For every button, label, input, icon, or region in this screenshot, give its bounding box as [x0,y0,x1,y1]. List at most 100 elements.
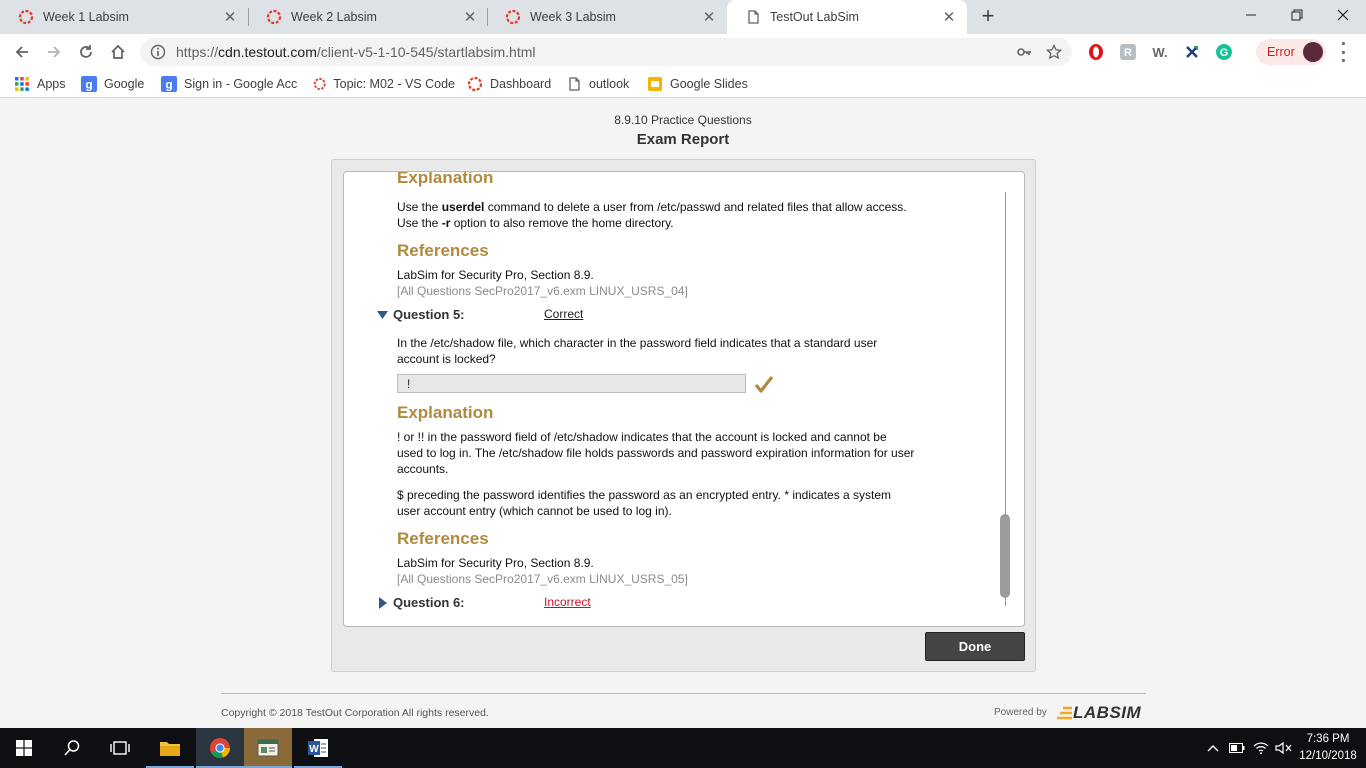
page-icon [569,77,580,91]
back-button[interactable] [10,40,34,64]
section-heading-references: References [397,529,489,548]
home-icon [111,44,125,59]
battery-icon [1229,743,1245,753]
new-tab-button[interactable]: + [976,5,1000,29]
taskbar-clock[interactable]: 7:36 PM 12/10/2018 [1298,731,1358,765]
close-icon[interactable]: ✕ [699,8,719,26]
extension-x-icon[interactable] [1182,42,1202,62]
question-label: Question 5: [393,307,465,322]
browser-toolbar: https://cdn.testout.com/client-v5-1-10-5… [0,34,1366,70]
tab-week-2[interactable]: Week 2 Labsim ✕ [248,0,488,34]
canvas-icon [467,76,483,92]
show-hidden-icons-button[interactable] [1204,740,1222,756]
tab-title: Week 1 Labsim [43,10,129,24]
scrollbar-thumb[interactable] [1000,514,1010,598]
star-icon[interactable] [1046,44,1062,60]
question-id: [All Questions SecPro2017_v6.exm LINUX_U… [397,572,688,586]
bookmark-outlook[interactable]: outlook [566,75,629,93]
bookmark-google[interactable]: g Google [81,75,144,93]
done-button[interactable]: Done [925,632,1025,661]
close-icon[interactable]: ✕ [220,8,240,26]
bookmark-apps[interactable]: Apps [14,75,66,93]
explanation-text: user account entry (which cannot be used… [397,504,672,518]
bookmark-dashboard[interactable]: Dashboard [467,75,551,93]
forward-button[interactable] [42,40,66,64]
bookmarks-bar: Apps g Google g Sign in - Google Acc Top… [0,70,1366,98]
address-bar[interactable]: https://cdn.testout.com/client-v5-1-10-5… [140,38,1072,66]
profile-error-button[interactable]: Error [1256,39,1326,65]
bookmark-label: Google Slides [670,77,748,91]
svg-text:R: R [1124,47,1132,59]
powered-by-text: Powered by [994,707,1047,718]
battery-button[interactable] [1228,740,1246,756]
search-button[interactable] [48,728,96,768]
extension-w-icon[interactable]: W. [1150,42,1170,62]
question-6-toggle[interactable]: Question 6: [376,595,465,610]
task-view-icon [110,741,130,755]
extension-r-icon[interactable]: R [1118,42,1138,62]
opera-extension-icon[interactable] [1086,42,1106,62]
bookmark-topic-m02[interactable]: Topic: M02 - VS Code [313,75,455,93]
svg-text:g: g [165,78,172,92]
home-button[interactable] [106,40,130,64]
text-span: command to delete a user from /etc/passw… [484,200,907,214]
tab-testout-labsim[interactable]: TestOut LabSim ✕ [727,0,967,34]
canvas-icon [505,9,521,25]
bookmark-label: Dashboard [490,77,552,91]
volume-button[interactable] [1274,740,1294,756]
word-icon: W [308,739,328,757]
wifi-icon [1253,742,1269,755]
section-heading-explanation: Explanation [397,403,494,422]
info-icon[interactable] [150,44,166,60]
checkmark-icon [754,376,774,393]
triangle-right-icon [379,596,387,609]
svg-text:G: G [1220,47,1229,59]
page-subtitle: 8.9.10 Practice Questions [614,113,752,127]
url-host: cdn.testout.com [218,44,317,60]
question-5-toggle[interactable]: Question 5: [376,307,465,322]
apps-grid-icon [15,77,29,91]
page-title: Exam Report [636,131,730,148]
chrome-icon [210,738,230,758]
close-window-button[interactable] [1320,0,1366,30]
restore-button[interactable] [1274,0,1320,30]
word-taskbar-button[interactable]: W [294,728,342,768]
close-icon[interactable]: ✕ [460,8,480,26]
bookmark-google-slides[interactable]: Google Slides [647,75,748,93]
window-app-icon [257,739,279,757]
task-view-button[interactable] [96,728,144,768]
minimize-button[interactable] [1228,0,1274,30]
question-id: [All Questions SecPro2017_v6.exm LINUX_U… [397,284,688,298]
reload-button[interactable] [74,40,98,64]
grammarly-icon[interactable]: G [1214,42,1234,62]
start-button[interactable] [0,728,48,768]
tab-week-3[interactable]: Week 3 Labsim ✕ [487,0,727,34]
volume-muted-icon [1275,741,1292,755]
slides-icon [648,77,662,91]
arrow-right-icon [48,46,61,58]
close-icon[interactable]: ✕ [939,8,959,26]
copyright-text: Copyright © 2018 TestOut Corporation All… [221,707,489,719]
key-icon[interactable] [1016,44,1032,60]
tab-title: TestOut LabSim [770,10,859,24]
bookmark-google-sign-in[interactable]: g Sign in - Google Acc [161,75,301,93]
search-icon [64,740,80,756]
arrow-left-icon [15,46,28,58]
bookmark-label: Apps [37,77,66,91]
canvas-icon [18,9,34,25]
tab-week-1[interactable]: Week 1 Labsim ✕ [0,0,248,34]
wifi-button[interactable] [1252,740,1270,756]
google-icon: g [161,76,177,92]
bookmark-label: outlook [589,77,630,91]
app-taskbar-button[interactable] [244,728,292,768]
chrome-taskbar-button[interactable] [196,728,244,768]
question-5-status-link[interactable]: Correct [544,307,583,321]
restore-icon [1291,9,1303,21]
reload-icon [80,45,92,58]
chrome-menu-icon[interactable] [1339,42,1347,62]
close-icon [1337,9,1349,21]
file-explorer-button[interactable] [146,728,194,768]
question-6-status-link[interactable]: Incorrect [544,595,591,609]
labsim-logo-icon [1057,706,1072,720]
heading-text: Explanation [397,172,494,187]
